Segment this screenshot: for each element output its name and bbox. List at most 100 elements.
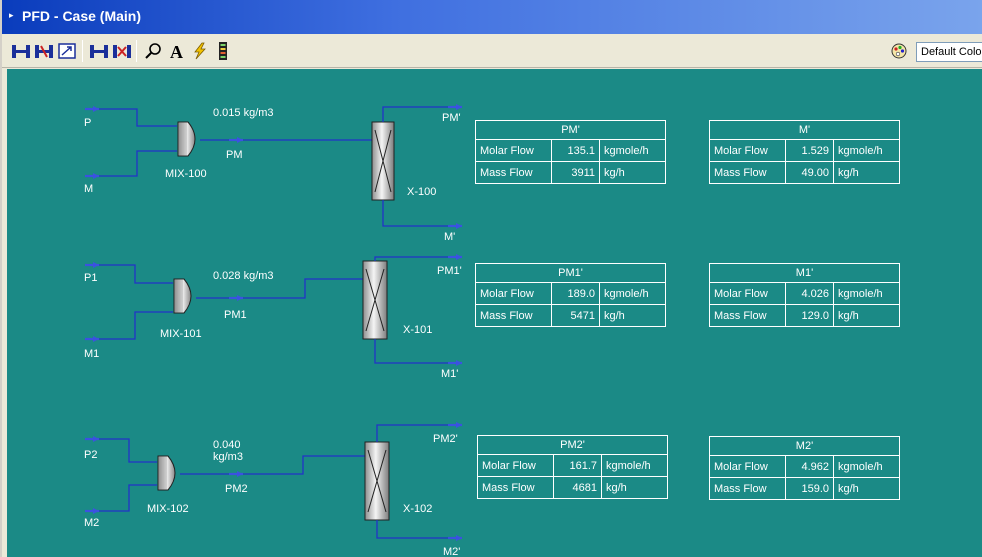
stream-label-pm1-prime[interactable]: PM1'	[437, 265, 462, 277]
lightning-icon[interactable]	[189, 40, 211, 62]
mass-flow-value[interactable]: 129.0	[785, 304, 834, 327]
workbook-table-m-prime[interactable]: M' Molar Flow 1.529 kgmole/h Mass Flow 49.0…	[709, 120, 900, 184]
mixer-mix-101[interactable]	[173, 278, 192, 314]
stream-label-p1[interactable]: P1	[84, 272, 97, 284]
size-mode-icon[interactable]	[10, 40, 32, 62]
table-title: M1'	[709, 263, 900, 283]
molar-flow-label: Molar Flow	[477, 454, 554, 477]
mass-flow-unit: kg/h	[601, 476, 668, 499]
mass-flow-value[interactable]: 49.00	[785, 161, 834, 184]
mass-flow-value[interactable]: 3911	[551, 161, 600, 184]
table-title: M'	[709, 120, 900, 140]
table-row: Mass Flow 4681 kg/h	[477, 476, 668, 499]
table-row: Molar Flow 4.026 kgmole/h	[709, 282, 900, 305]
table-title: PM1'	[475, 263, 666, 283]
workbook-table-m1-prime[interactable]: M1' Molar Flow 4.026 kgmole/h Mass Flow 129…	[709, 263, 900, 327]
density-label-row2: 0.028 kg/m3	[213, 270, 274, 282]
workbook-table-pm1-prime[interactable]: PM1' Molar Flow 189.0 kgmole/h Mass Flow 54…	[475, 263, 666, 327]
stream-label-pm2[interactable]: PM2	[225, 483, 248, 495]
stream-label-m1-prime[interactable]: M1'	[441, 368, 458, 380]
pfd-canvas[interactable]: P M MIX-100 PM 0.015 kg/m3 X-100 PM' M' …	[7, 69, 982, 557]
mass-flow-unit: kg/h	[833, 161, 900, 184]
mass-flow-label: Mass Flow	[475, 161, 552, 184]
palette-icon[interactable]	[891, 43, 907, 64]
zoom-fit-icon[interactable]	[56, 40, 78, 62]
density-label-row1: 0.015 kg/m3	[213, 107, 274, 119]
mass-flow-unit: kg/h	[833, 477, 900, 500]
table-row: Molar Flow 4.962 kgmole/h	[709, 455, 900, 478]
workbook-table-m2-prime[interactable]: M2' Molar Flow 4.962 kgmole/h Mass Flow 159…	[709, 436, 900, 500]
mass-flow-value[interactable]: 5471	[551, 304, 600, 327]
break-connection-icon[interactable]	[111, 40, 133, 62]
mass-flow-label: Mass Flow	[709, 304, 786, 327]
table-row: Mass Flow 159.0 kg/h	[709, 477, 900, 500]
separator-label-x-101[interactable]: X-101	[403, 324, 432, 336]
mass-flow-unit: kg/h	[599, 161, 666, 184]
mass-flow-unit: kg/h	[833, 304, 900, 327]
molar-flow-label: Molar Flow	[709, 282, 786, 305]
pfd-window: ▸ PFD - Case (Main) A Default Colo P M M…	[0, 0, 982, 557]
color-scheme-select[interactable]: Default Colours	[916, 42, 982, 62]
attach-mode-icon[interactable]	[88, 40, 110, 62]
workbook-icon[interactable]	[212, 40, 234, 62]
molar-flow-label: Molar Flow	[709, 455, 786, 478]
stream-label-p2[interactable]: P2	[84, 449, 97, 461]
title-bar[interactable]: ▸ PFD - Case (Main)	[2, 0, 982, 34]
stream-label-m[interactable]: M	[84, 183, 93, 195]
molar-flow-unit: kgmole/h	[833, 139, 900, 162]
table-row: Mass Flow 129.0 kg/h	[709, 304, 900, 327]
table-row: Molar Flow 1.529 kgmole/h	[709, 139, 900, 162]
table-row: Mass Flow 3911 kg/h	[475, 161, 666, 184]
mass-flow-label: Mass Flow	[709, 477, 786, 500]
table-row: Molar Flow 189.0 kgmole/h	[475, 282, 666, 305]
molar-flow-unit: kgmole/h	[599, 282, 666, 305]
stream-label-m2[interactable]: M2	[84, 517, 99, 529]
stream-label-pm[interactable]: PM	[226, 149, 243, 161]
window-menu-icon[interactable]: ▸	[9, 11, 18, 20]
table-title: M2'	[709, 436, 900, 456]
stream-label-pm-prime[interactable]: PM'	[442, 112, 461, 124]
molar-flow-value[interactable]: 189.0	[551, 282, 600, 305]
mixer-mix-102[interactable]	[157, 455, 176, 491]
mass-flow-label: Mass Flow	[477, 476, 554, 499]
mass-flow-value[interactable]: 4681	[553, 476, 602, 499]
mass-flow-value[interactable]: 159.0	[785, 477, 834, 500]
find-icon[interactable]	[143, 40, 165, 62]
mass-flow-label: Mass Flow	[709, 161, 786, 184]
table-row: Mass Flow 5471 kg/h	[475, 304, 666, 327]
mixer-label-mix-101[interactable]: MIX-101	[160, 328, 202, 340]
stream-label-m1[interactable]: M1	[84, 348, 99, 360]
pfd-toolbar: A Default Colours	[2, 34, 982, 68]
stream-label-pm2-prime[interactable]: PM2'	[433, 433, 458, 445]
separator-label-x-102[interactable]: X-102	[403, 503, 432, 515]
molar-flow-unit: kgmole/h	[833, 282, 900, 305]
mixer-label-mix-100[interactable]: MIX-100	[165, 168, 207, 180]
mixer-mix-100[interactable]	[177, 121, 196, 157]
density-label-row3-unit: kg/m3	[213, 451, 243, 463]
stream-label-m-prime[interactable]: M'	[444, 231, 455, 243]
workbook-table-pm-prime[interactable]: PM' Molar Flow 135.1 kgmole/h Mass Flow 391…	[475, 120, 666, 184]
table-row: Mass Flow 49.00 kg/h	[709, 161, 900, 184]
molar-flow-unit: kgmole/h	[599, 139, 666, 162]
stream-label-pm1[interactable]: PM1	[224, 309, 247, 321]
separator-label-x-100[interactable]: X-100	[407, 186, 436, 198]
molar-flow-value[interactable]: 161.7	[553, 454, 602, 477]
molar-flow-unit: kgmole/h	[601, 454, 668, 477]
text-label-icon[interactable]: A	[166, 40, 188, 62]
svg-text:A: A	[170, 42, 183, 60]
density-label-row3-value: 0.040	[213, 439, 241, 451]
molar-flow-unit: kgmole/h	[833, 455, 900, 478]
stream-label-m2-prime[interactable]: M2'	[443, 546, 460, 557]
table-row: Molar Flow 135.1 kgmole/h	[475, 139, 666, 162]
auto-position-icon[interactable]	[33, 40, 55, 62]
mixer-label-mix-102[interactable]: MIX-102	[147, 503, 189, 515]
table-row: Molar Flow 161.7 kgmole/h	[477, 454, 668, 477]
molar-flow-value[interactable]: 4.026	[785, 282, 834, 305]
molar-flow-label: Molar Flow	[475, 282, 552, 305]
molar-flow-value[interactable]: 4.962	[785, 455, 834, 478]
molar-flow-value[interactable]: 1.529	[785, 139, 834, 162]
workbook-table-pm2-prime[interactable]: PM2' Molar Flow 161.7 kgmole/h Mass Flow 46…	[477, 435, 668, 499]
molar-flow-label: Molar Flow	[475, 139, 552, 162]
stream-label-p[interactable]: P	[84, 117, 91, 129]
molar-flow-value[interactable]: 135.1	[551, 139, 600, 162]
